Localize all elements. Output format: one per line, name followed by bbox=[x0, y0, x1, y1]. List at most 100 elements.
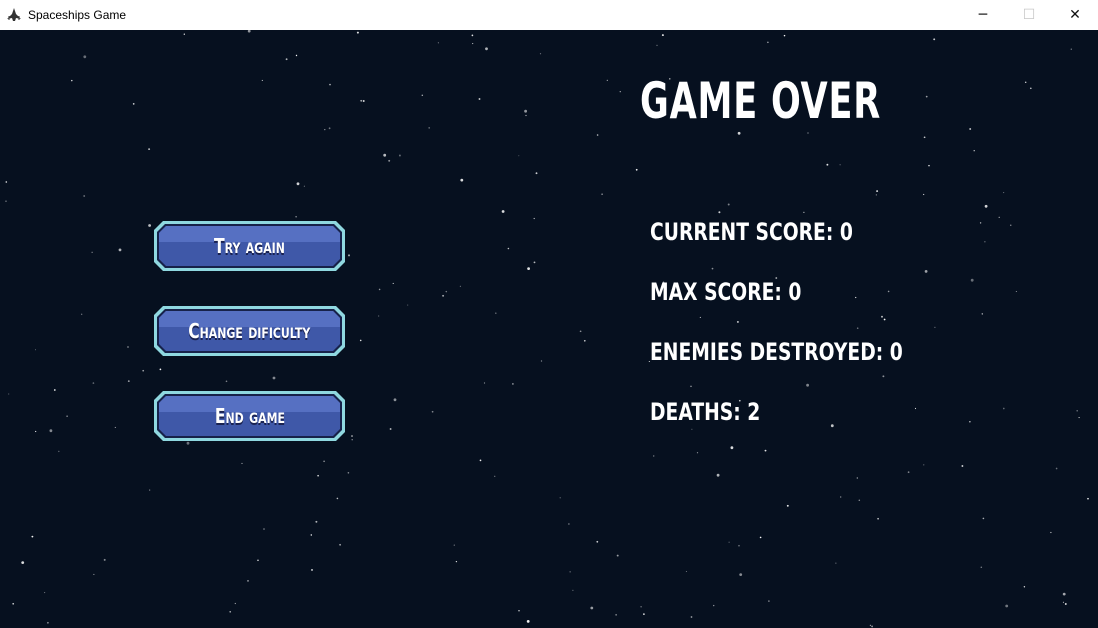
star bbox=[652, 455, 655, 457]
star bbox=[713, 604, 715, 607]
star bbox=[263, 528, 265, 530]
star bbox=[1050, 531, 1052, 534]
try-again-label: Try again bbox=[214, 234, 285, 258]
star bbox=[1015, 291, 1017, 292]
star bbox=[533, 217, 535, 220]
star bbox=[460, 178, 464, 182]
star bbox=[329, 83, 331, 86]
star bbox=[431, 410, 434, 413]
minimize-icon: ─ bbox=[978, 7, 988, 23]
star bbox=[388, 159, 391, 162]
star bbox=[35, 430, 37, 433]
star bbox=[421, 94, 424, 97]
star bbox=[495, 312, 497, 314]
star bbox=[261, 79, 263, 81]
star bbox=[149, 489, 151, 491]
star bbox=[973, 150, 975, 152]
star bbox=[839, 164, 841, 166]
star bbox=[1010, 224, 1012, 226]
star bbox=[759, 536, 762, 539]
game-over-menu: Try again Change dificulty End game bbox=[153, 220, 346, 475]
change-difficulty-button[interactable]: Change dificulty bbox=[153, 305, 346, 357]
star bbox=[982, 517, 985, 520]
star bbox=[378, 288, 381, 291]
star bbox=[1062, 592, 1066, 596]
star bbox=[183, 33, 185, 35]
change-difficulty-label: Change dificulty bbox=[188, 319, 311, 343]
star bbox=[961, 465, 964, 467]
minimize-button[interactable]: ─ bbox=[960, 0, 1006, 30]
star bbox=[356, 31, 359, 34]
star bbox=[923, 193, 925, 196]
star bbox=[83, 55, 87, 59]
star bbox=[295, 216, 297, 218]
star bbox=[459, 285, 461, 287]
star bbox=[317, 474, 319, 477]
star bbox=[453, 544, 455, 546]
star bbox=[559, 497, 561, 499]
star bbox=[347, 472, 350, 474]
star bbox=[858, 499, 861, 501]
star bbox=[512, 383, 514, 385]
stats-panel: CURRENT SCORE: 0 MAX SCORE: 0 ENEMIES DE… bbox=[650, 214, 974, 454]
try-again-button[interactable]: Try again bbox=[153, 220, 346, 272]
star bbox=[640, 606, 642, 608]
star bbox=[928, 164, 930, 167]
star bbox=[91, 251, 93, 253]
star bbox=[875, 194, 877, 196]
star bbox=[49, 429, 53, 433]
star bbox=[1029, 87, 1032, 90]
star bbox=[871, 625, 874, 628]
star bbox=[969, 128, 972, 130]
star bbox=[311, 568, 313, 571]
deaths-stat: DEATHS: 2 bbox=[650, 398, 761, 426]
star bbox=[127, 380, 130, 382]
star bbox=[786, 504, 789, 507]
star bbox=[445, 290, 448, 293]
star bbox=[518, 155, 520, 157]
star bbox=[616, 554, 619, 557]
star bbox=[5, 181, 8, 183]
star bbox=[442, 294, 445, 297]
star bbox=[933, 38, 936, 41]
star bbox=[998, 216, 1000, 218]
star bbox=[615, 614, 617, 616]
star bbox=[479, 459, 482, 462]
star bbox=[478, 98, 481, 100]
star bbox=[1002, 407, 1005, 410]
star bbox=[981, 313, 984, 315]
star bbox=[34, 349, 37, 351]
star bbox=[579, 330, 582, 333]
star bbox=[606, 79, 608, 81]
star bbox=[455, 560, 458, 563]
star bbox=[295, 54, 298, 57]
star bbox=[428, 127, 431, 129]
star bbox=[635, 168, 638, 171]
star bbox=[925, 95, 928, 98]
star bbox=[359, 339, 362, 342]
star bbox=[362, 100, 365, 102]
maximize-button[interactable]: ☐ bbox=[1006, 0, 1052, 30]
star bbox=[518, 610, 520, 612]
star bbox=[303, 185, 305, 187]
star bbox=[923, 464, 925, 466]
star bbox=[739, 573, 743, 576]
title-bar[interactable]: Spaceships Game ─ ☐ ✕ bbox=[0, 0, 1098, 30]
star bbox=[539, 53, 542, 55]
close-button[interactable]: ✕ bbox=[1052, 0, 1098, 30]
end-game-button[interactable]: End game bbox=[153, 390, 346, 442]
star bbox=[803, 211, 805, 214]
star bbox=[483, 382, 486, 384]
star bbox=[71, 79, 73, 82]
star bbox=[738, 544, 740, 547]
star bbox=[1055, 467, 1058, 470]
star bbox=[643, 613, 645, 615]
star bbox=[393, 398, 397, 402]
star bbox=[339, 543, 341, 546]
star bbox=[840, 496, 842, 498]
star bbox=[5, 200, 7, 202]
star bbox=[494, 475, 496, 477]
star bbox=[148, 148, 151, 151]
star bbox=[768, 600, 770, 602]
star bbox=[392, 282, 394, 284]
